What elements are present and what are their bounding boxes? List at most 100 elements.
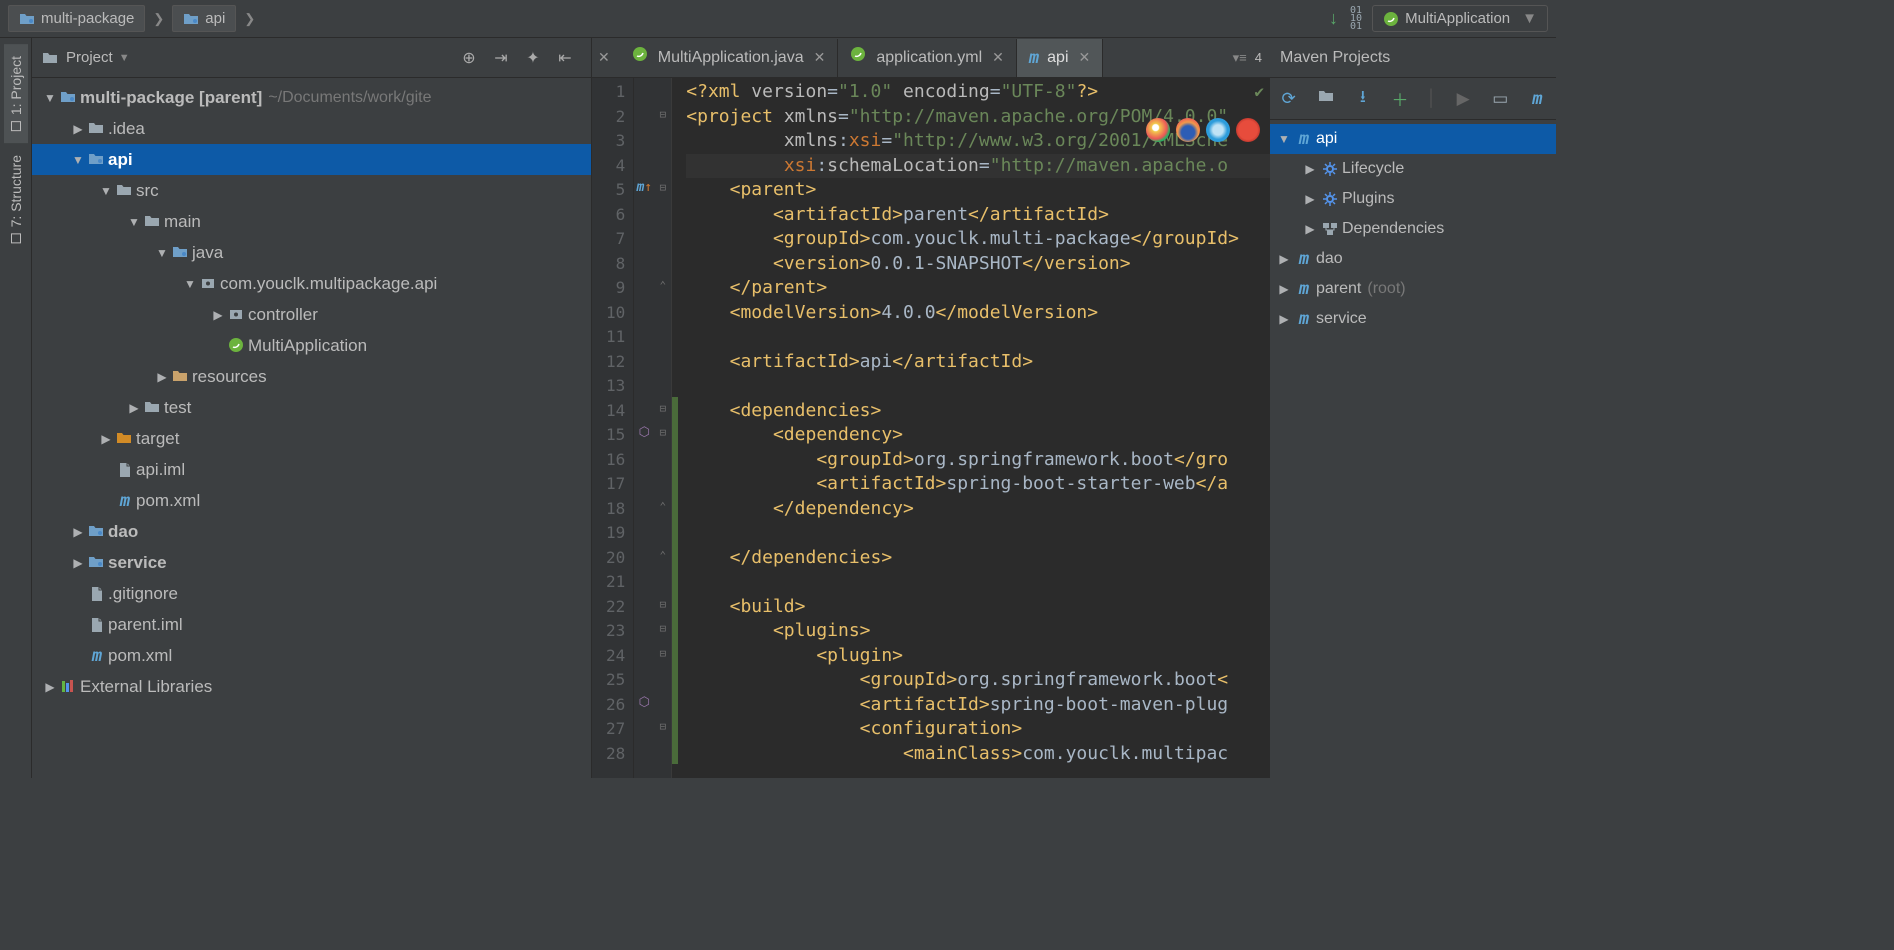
tree-row[interactable]: MultiApplication [32,330,591,361]
tool-tab-project[interactable]: 1: Project [4,44,28,143]
panel-title[interactable]: Project [66,49,113,66]
hide-icon[interactable]: ⇤ [549,48,581,68]
disclosure-triangle-icon[interactable]: ▶ [1302,222,1318,236]
maven-tree-row[interactable]: ▶Plugins [1270,184,1556,214]
tree-row[interactable]: ▶External Libraries [32,671,591,702]
code-text[interactable]: <?xml version="1.0" encoding="UTF-8"?> <… [678,78,1270,768]
tree-row[interactable]: ▼com.youclk.multipackage.api [32,268,591,299]
tree-row[interactable]: ▶controller [32,299,591,330]
fold-gutter[interactable]: ⊟⊟⌃⊟⊟⌃⌃⊟⊟⊟⊟ [654,78,672,778]
disclosure-triangle-icon[interactable]: ▼ [154,246,170,260]
disclosure-triangle-icon[interactable]: ▶ [126,401,142,415]
maven-tree[interactable]: ▼mapi▶Lifecycle▶Plugins▶Dependencies▶mda… [1270,120,1556,778]
maven-row-label: service [1316,310,1367,328]
breadcrumb: multi-package ❯ api ❯ [8,5,257,32]
disclosure-triangle-icon[interactable]: ▶ [1276,312,1292,326]
run-configuration-selector[interactable]: MultiApplication ▼ [1372,5,1548,32]
tree-row[interactable]: mpom.xml [32,485,591,516]
breadcrumb-label: api [205,10,225,27]
maven-tree-row[interactable]: ▼mapi [1270,124,1556,154]
disclosure-triangle-icon[interactable]: ▶ [70,525,86,539]
disclosure-triangle-icon[interactable]: ▼ [42,91,58,105]
collapse-icon[interactable]: ⇥ [485,48,517,68]
tree-row[interactable]: parent.iml [32,609,591,640]
disclosure-triangle-icon[interactable]: ▶ [154,370,170,384]
opera-icon[interactable] [1236,118,1260,142]
project-tree[interactable]: ▼multi-package [parent] ~/Documents/work… [32,78,591,778]
safari-icon[interactable] [1206,118,1230,142]
close-icon[interactable]: ✕ [814,49,826,66]
tree-row[interactable]: mpom.xml [32,640,591,671]
disclosure-triangle-icon[interactable]: ▶ [70,122,86,136]
execute-goal-icon[interactable]: ▭ [1490,89,1511,109]
tree-row[interactable]: ▶test [32,392,591,423]
close-icon[interactable]: ✕ [992,49,1004,66]
disclosure-triangle-icon[interactable]: ▼ [182,277,198,291]
tree-row-icon [226,306,248,324]
tool-tab-structure[interactable]: 7: Structure [4,143,28,255]
tree-row[interactable]: ▼java [32,237,591,268]
disclosure-triangle-icon[interactable]: ▶ [98,432,114,446]
tree-row[interactable]: ▼multi-package [parent] ~/Documents/work… [32,82,591,113]
tree-row[interactable]: ▶resources [32,361,591,392]
disclosure-triangle-icon[interactable]: ▼ [70,153,86,167]
maven-tree-row[interactable]: ▶mservice [1270,304,1556,334]
generate-sources-icon[interactable] [1315,88,1336,109]
disclosure-triangle-icon[interactable]: ▶ [1276,282,1292,296]
editor-tab[interactable]: MultiApplication.java✕ [620,39,839,77]
maven-panel-header[interactable]: Maven Projects [1270,38,1556,78]
tree-row-label: parent.iml [108,615,183,635]
tree-row[interactable]: ▼src [32,175,591,206]
chrome-icon[interactable] [1146,118,1170,142]
firefox-icon[interactable] [1176,118,1200,142]
panel-title: Maven Projects [1280,49,1390,67]
disclosure-triangle-icon[interactable]: ▶ [42,680,58,694]
add-icon[interactable]: ＋ [1389,86,1410,111]
download-icon[interactable]: ⭳ [1352,84,1373,113]
tree-row-label: service [108,553,167,573]
editor-tab[interactable]: mapi✕ [1017,39,1103,77]
tree-row[interactable]: ▼main [32,206,591,237]
tree-row-label: api.iml [136,460,185,480]
disclosure-triangle-icon[interactable]: ▶ [70,556,86,570]
editor-tab[interactable]: application.yml✕ [838,39,1017,77]
disclosure-triangle-icon[interactable]: ▶ [1276,252,1292,266]
line-number-gutter[interactable]: 1234567891011121314151617181920212223242… [592,78,634,778]
reimport-icon[interactable]: ⟳ [1278,89,1299,109]
close-icon[interactable]: ✕ [1079,49,1091,66]
maven-tree-row[interactable]: ▶Lifecycle [1270,154,1556,184]
tree-row-icon [58,678,80,696]
disclosure-triangle-icon[interactable]: ▼ [126,215,142,229]
breadcrumbs-toggle-icon[interactable]: ▾≡ [1233,50,1247,66]
tree-row[interactable]: .gitignore [32,578,591,609]
disclosure-triangle-icon[interactable]: ▶ [1302,162,1318,176]
tree-row[interactable]: ▼api [32,144,591,175]
maven-tree-row[interactable]: ▶mdao [1270,244,1556,274]
tree-row-icon [86,151,108,169]
tree-row[interactable]: ▶.idea [32,113,591,144]
disclosure-triangle-icon[interactable]: ▼ [98,184,114,198]
close-icon[interactable]: ✕ [598,49,610,66]
tree-row[interactable]: ▶dao [32,516,591,547]
tree-row[interactable]: ▶target [32,423,591,454]
breadcrumb-item-0[interactable]: multi-package [8,5,145,32]
tree-row[interactable]: ▶ service [32,547,591,578]
analysis-ok-icon[interactable]: ✔ [1254,82,1264,101]
disclosure-triangle-icon[interactable]: ▼ [1276,132,1292,146]
run-icon[interactable]: ▶ [1453,89,1474,109]
make-icon[interactable]: 01 10 01 [1350,7,1362,31]
gear-icon[interactable]: ✦ [517,48,549,68]
toggle-skip-tests-icon[interactable]: m [1527,89,1548,109]
disclosure-triangle-icon[interactable]: ▶ [210,308,226,322]
tree-row-label: pom.xml [108,646,172,666]
chevron-down-icon[interactable]: ▼ [119,52,130,64]
breadcrumb-item-1[interactable]: api [172,5,236,32]
maven-tree-row[interactable]: ▶mparent(root) [1270,274,1556,304]
vcs-update-icon[interactable]: ↓ [1329,8,1338,29]
disclosure-triangle-icon[interactable]: ▶ [1302,192,1318,206]
locate-icon[interactable]: ⊕ [453,48,485,68]
tree-row[interactable]: api.iml [32,454,591,485]
tree-row-icon [142,213,164,231]
maven-tree-row[interactable]: ▶Dependencies [1270,214,1556,244]
editor-body[interactable]: 1234567891011121314151617181920212223242… [592,78,1270,778]
